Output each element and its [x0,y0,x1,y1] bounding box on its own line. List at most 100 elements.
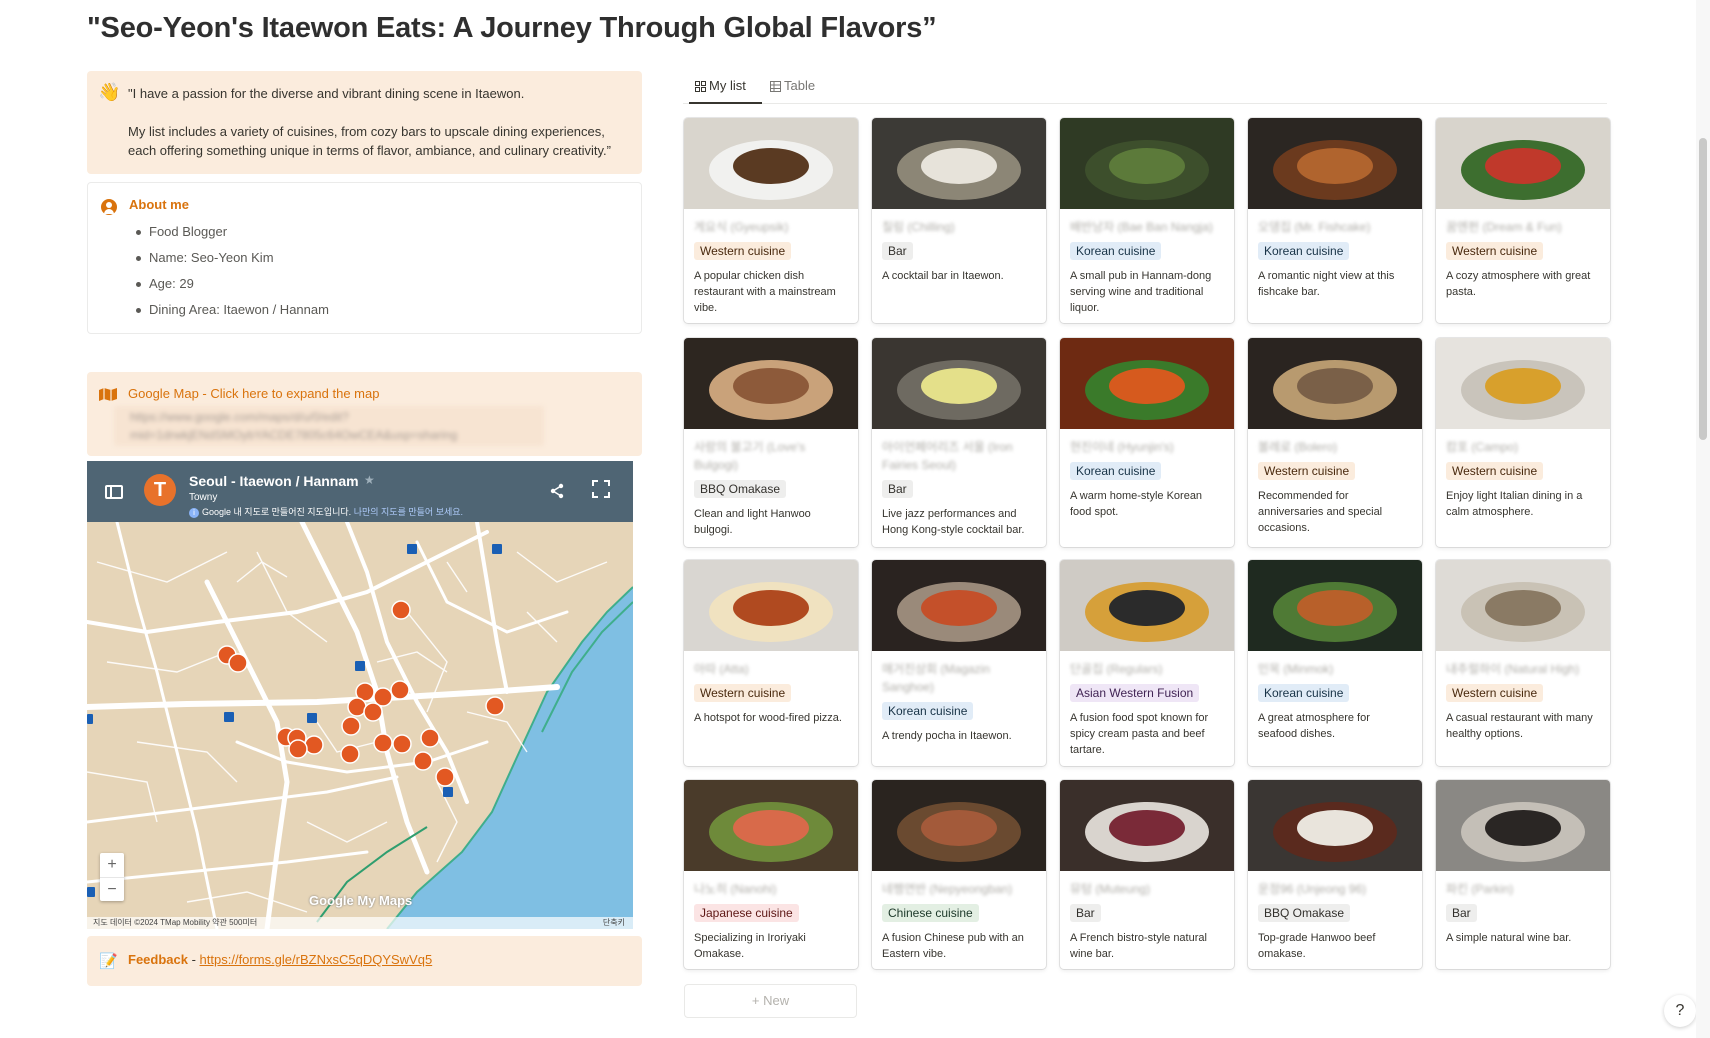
restaurant-description: A small pub in Hannam-dong serving wine … [1070,270,1212,314]
feedback-link[interactable]: https://forms.gle/rBZNxsC5qDQYSwVq5 [200,952,433,967]
cuisine-tag: Asian Western Fusion [1070,684,1200,702]
restaurant-photo [1436,560,1610,651]
map-attribution: 지도 데이터 ©2024 TMap Mobility 약관 500미터 [93,918,258,927]
help-button[interactable]: ? [1664,995,1696,1027]
tab-table[interactable]: Table [764,71,834,104]
restaurant-name: 단골집 (Regulars) [1070,662,1163,676]
map-url-text[interactable]: https://www.google.com/maps/d/u/0/edit?m… [114,406,544,446]
person-icon [101,199,117,215]
restaurant-card[interactable]: 네펭연반 (Nepyeongban) Chinese cuisine A fusio… [872,780,1046,969]
restaurant-card[interactable]: 나노히 (Nanohi) Japanese cuisine Specializing… [684,780,858,969]
page-title: "Seo-Yeon's Itaewon Eats: A Journey Thro… [87,12,937,44]
embedded-map[interactable]: T Seoul - Itaewon / Hannam ★ Towny i Goog… [87,461,633,929]
restaurant-card[interactable]: 뮤텅 (Muteung) Bar A French bistro-style nat… [1060,780,1234,969]
about-me-list: Food Blogger Name: Seo-Yeon Kim Age: 29 … [129,219,625,323]
info-icon: i [189,508,199,518]
cuisine-tag: Korean cuisine [1070,242,1162,260]
restaurant-name: 뮤텅 (Muteung) [1070,882,1151,896]
restaurant-photo [1060,560,1234,651]
cuisine-tag: BBQ Omakase [1258,904,1351,922]
about-item-name: Name: Seo-Yeon Kim [129,245,625,271]
restaurant-photo [1248,118,1422,209]
cuisine-tag: Bar [1070,904,1101,922]
zoom-out-button[interactable]: − [100,877,124,901]
scrollbar-thumb[interactable] [1699,138,1707,440]
map-link-title[interactable]: Google Map - Click here to expand the ma… [128,386,626,401]
restaurant-description: Recommended for anniversaries and specia… [1258,490,1383,534]
map-drawing [87,519,633,929]
about-item-area: Dining Area: Itaewon / Hannam [129,297,625,323]
map-name[interactable]: Seoul - Itaewon / Hannam [189,473,359,489]
map-logo: T [144,474,176,506]
restaurant-photo [872,560,1046,651]
scrollbar[interactable] [1696,0,1710,1038]
map-canvas[interactable] [87,519,633,929]
feedback-callout: 📝 Feedback - https://forms.gle/rBZNxsC5q… [87,936,642,986]
restaurant-photo [1248,560,1422,651]
cuisine-tag: Bar [882,480,913,498]
cuisine-tag: Japanese cuisine [694,904,799,922]
keyboard-shortcuts-link[interactable]: 단축키 [603,917,625,929]
restaurant-description: A romantic night view at this fishcake b… [1258,270,1395,298]
restaurant-card[interactable]: 배반낭자 (Bae Ban Nangja) Korean cuisine A sma… [1060,118,1234,323]
map-author: Towny [189,492,218,503]
restaurant-card[interactable]: 꿈엔펀 (Dream & Fun) Western cuisine A cozy a… [1436,118,1610,323]
restaurant-photo [1248,780,1422,871]
restaurant-photo [684,118,858,209]
restaurant-card[interactable]: 게요식 (Gyeupsik) Western cuisine A popular c… [684,118,858,323]
new-card-button[interactable]: + New [684,984,857,1018]
restaurant-name: 현진이네 (Hyunjin's) [1070,440,1174,454]
restaurant-photo [1060,118,1234,209]
restaurant-card[interactable]: 현진이네 (Hyunjin's) Korean cuisine A warm hom… [1060,338,1234,547]
restaurant-photo [872,780,1046,871]
restaurant-description: Top-grade Hanwoo beef omakase. [1258,932,1376,960]
restaurant-name: 게요식 (Gyeupsik) [694,220,789,234]
restaurant-card[interactable]: 파킨 (Parkin) Bar A simple natural wine bar. [1436,780,1610,969]
share-icon[interactable] [549,483,565,503]
restaurant-photo [684,560,858,651]
tab-table-label: Table [784,78,816,93]
sidebar-toggle-icon[interactable] [105,485,123,499]
restaurant-card[interactable]: 오뎅집 (Mr. Fishcake) Korean cuisine A romant… [1248,118,1422,323]
restaurant-photo [872,118,1046,209]
restaurant-photo [1436,338,1610,429]
restaurant-card[interactable]: 민목 (Minmok) Korean cuisine A great atmosph… [1248,560,1422,766]
restaurant-card[interactable]: 캄포 (Campo) Western cuisine Enjoy light Ita… [1436,338,1610,547]
restaurant-photo [684,780,858,871]
map-icon [99,388,117,401]
fullscreen-icon[interactable] [592,480,610,498]
restaurant-card[interactable]: 사랑의 불고기 (Love's Bulgogi) BBQ Omakase Clean… [684,338,858,547]
restaurant-card[interactable]: 볼레로 (Bolero) Western cuisine Recommended f… [1248,338,1422,547]
restaurant-card[interactable]: 아이언페어리즈 서울 (Iron Fairies Seoul) Bar Live j… [872,338,1046,547]
map-link-callout[interactable]: Google Map - Click here to expand the ma… [87,372,642,456]
restaurant-card[interactable]: 운정96 (Unjeong 96) BBQ Omakase Top-grade Ha… [1248,780,1422,969]
restaurant-card[interactable]: 칠링 (Chilling) Bar A cocktail bar in Itaewo… [872,118,1046,323]
restaurant-description: A casual restaurant with many healthy op… [1446,712,1593,740]
restaurant-name: 꿈엔펀 (Dream & Fun) [1446,220,1562,234]
restaurant-description: A warm home-style Korean food spot. [1070,490,1203,518]
tab-my-list[interactable]: My list [689,71,762,104]
cuisine-tag: Bar [1446,904,1477,922]
star-icon[interactable]: ★ [364,473,375,487]
zoom-in-button[interactable]: + [100,853,124,877]
restaurant-name: 사랑의 불고기 (Love's Bulgogi) [694,440,806,472]
intro-line-2: My list includes a variety of cuisines, … [128,124,611,158]
restaurant-description: A cocktail bar in Itaewon. [882,270,1004,282]
intro-line-1: "I have a passion for the diverse and vi… [128,86,525,101]
feedback-label: Feedback [128,952,188,967]
restaurant-description: A great atmosphere for seafood dishes. [1258,712,1370,740]
cuisine-tag: BBQ Omakase [694,480,787,498]
about-me-card: About me Food Blogger Name: Seo-Yeon Kim… [87,182,642,334]
restaurant-name: 네펭연반 (Nepyeongban) [882,882,1013,896]
restaurant-name: 나노히 (Nanohi) [694,882,777,896]
waving-hand-icon: 👋 [98,82,121,102]
restaurant-card[interactable]: 매거진상회 (Magazin Sanghoe) Korean cuisine A t… [872,560,1046,766]
restaurant-description: A simple natural wine bar. [1446,932,1572,944]
map-notice-link[interactable]: 나만의 지도를 만들어 보세요. [354,507,463,517]
restaurant-card[interactable]: 아따 (Atta) Western cuisine A hotspot for wo… [684,560,858,766]
zoom-control: + − [100,853,124,901]
gallery-icon [695,81,706,92]
restaurant-photo [1436,118,1610,209]
restaurant-card[interactable]: 단골집 (Regulars) Asian Western Fusion A fusi… [1060,560,1234,766]
restaurant-card[interactable]: 내추럴하이 (Natural High) Western cuisine A cas… [1436,560,1610,766]
